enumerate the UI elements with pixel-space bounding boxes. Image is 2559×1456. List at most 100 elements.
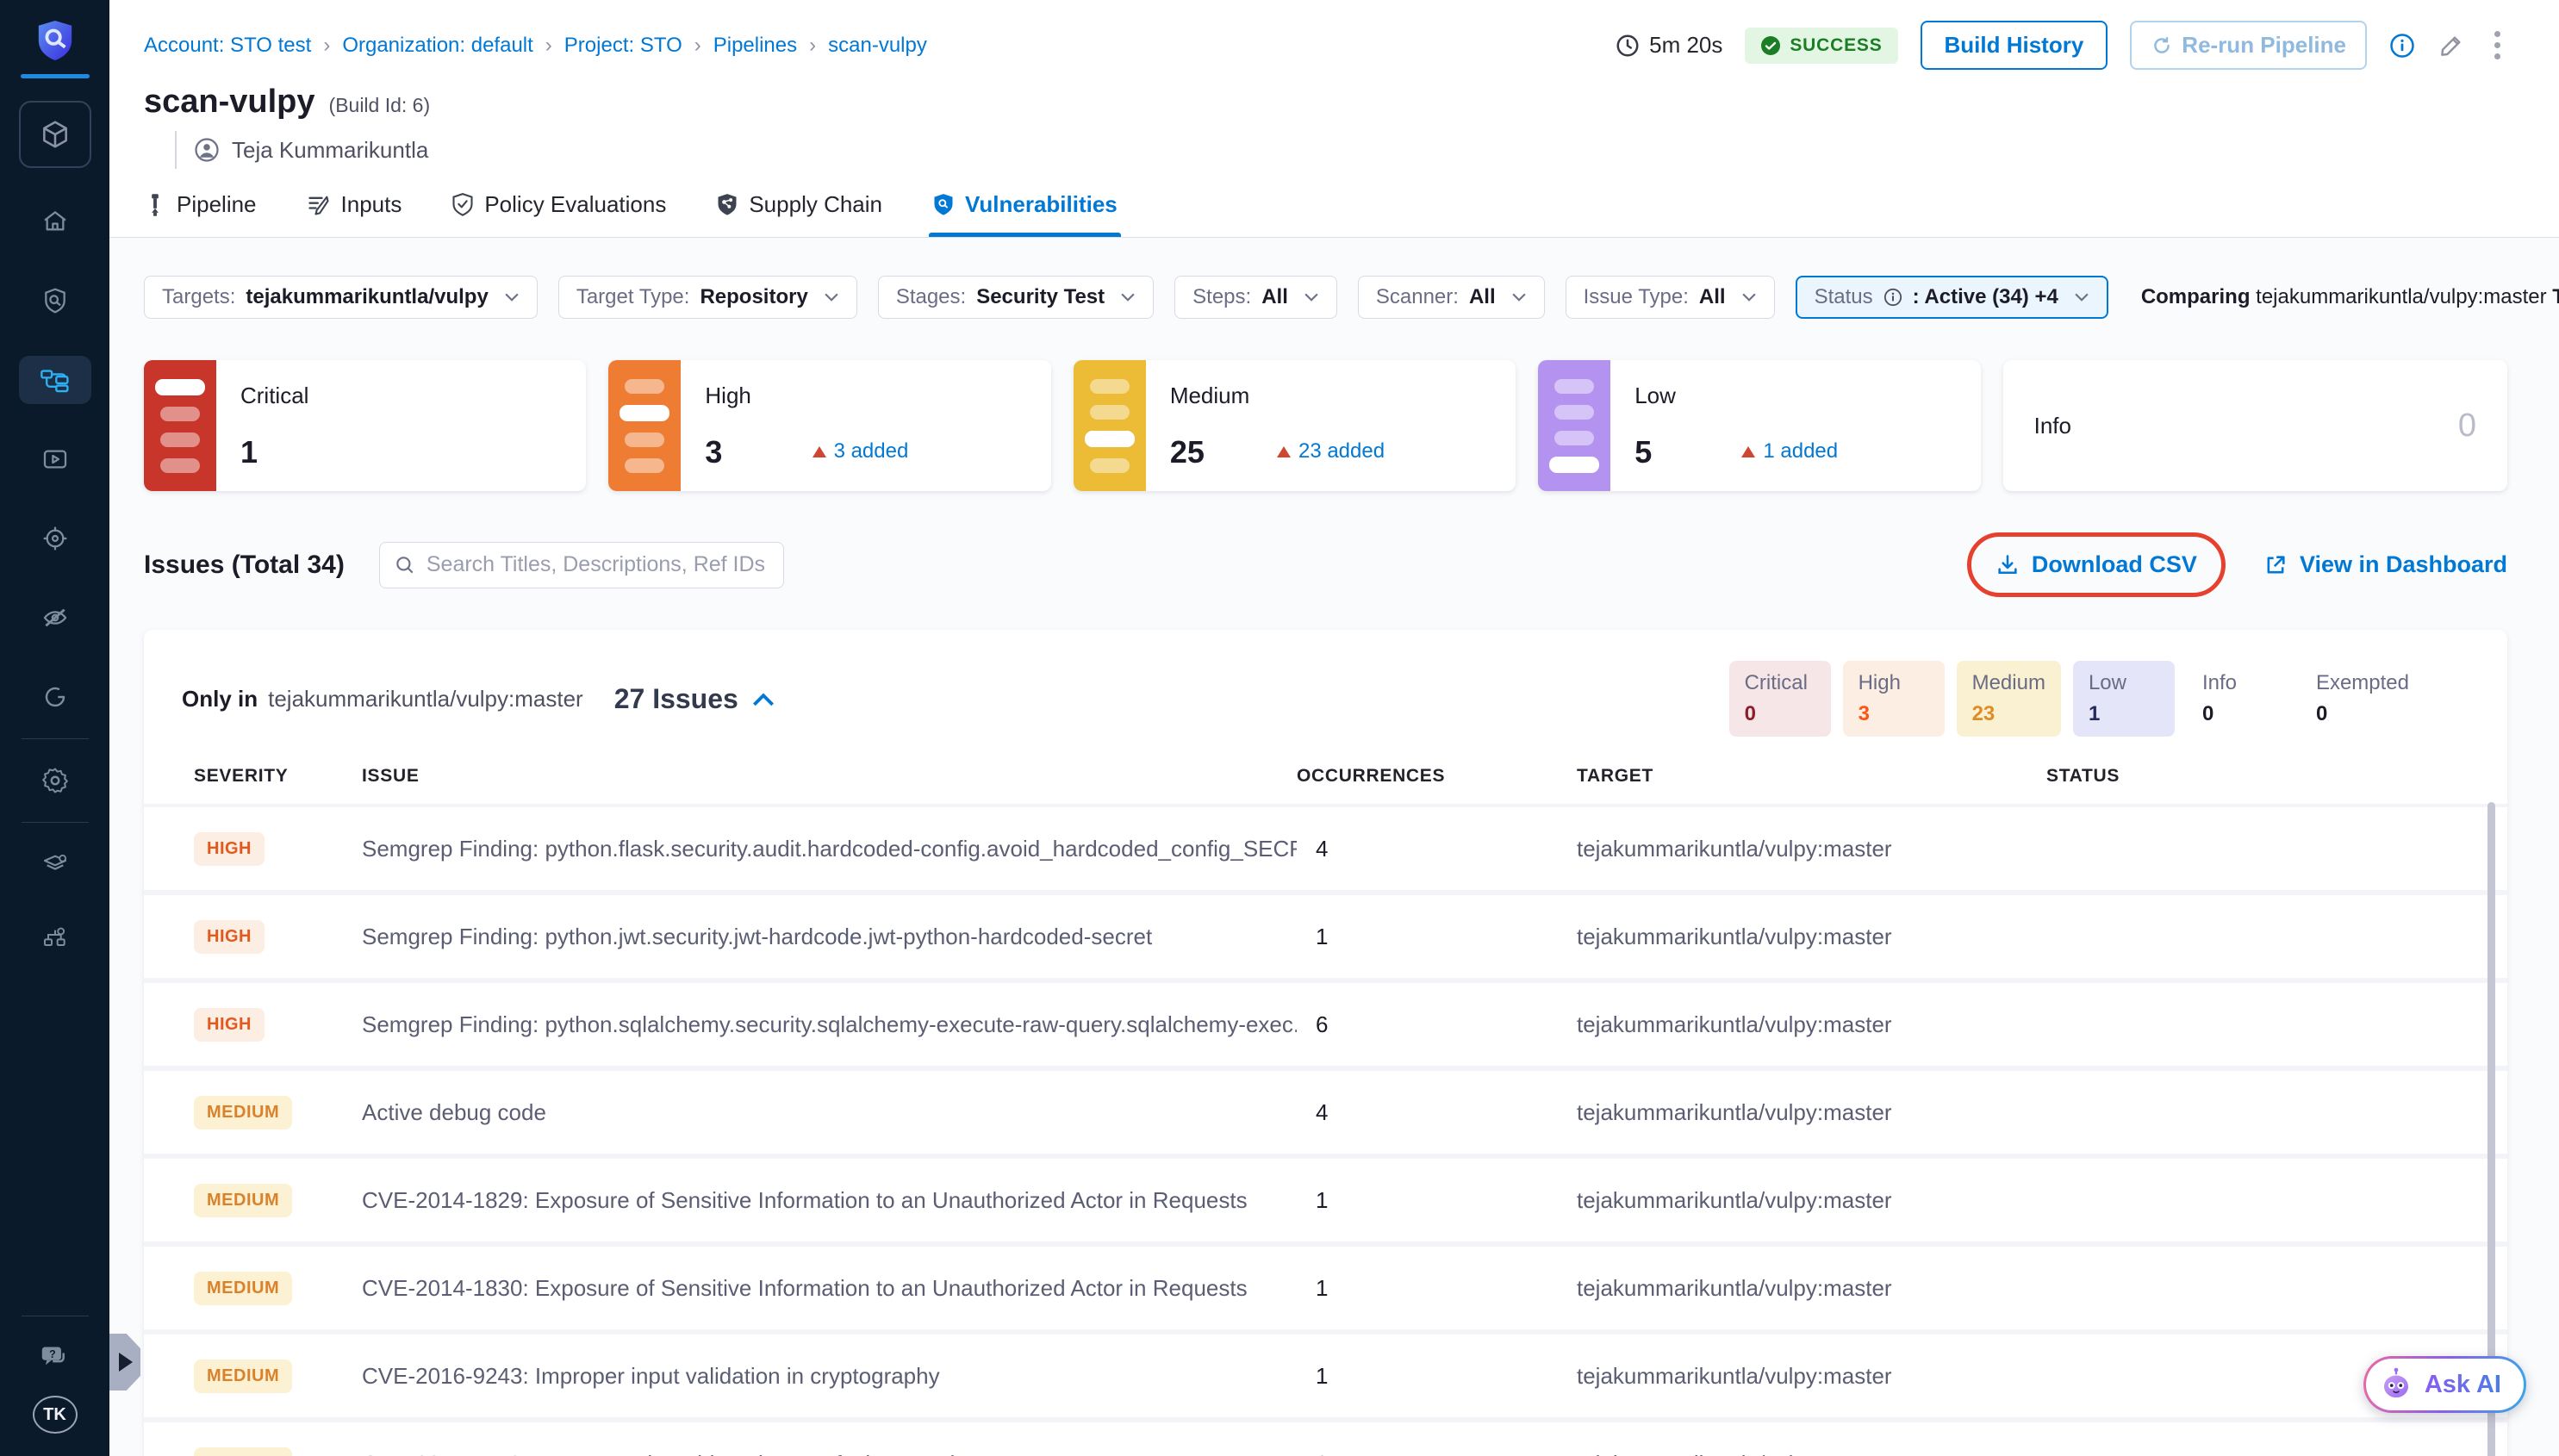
issues-table-card: Only in tejakummarikuntla/vulpy:master 2… (144, 630, 2507, 1456)
sidebar-item-executions[interactable] (19, 435, 91, 483)
issue-title[interactable]: CVE-2017-11424: PyJWT vulnerable to key … (362, 1451, 1297, 1456)
tab-inputs[interactable]: Inputs (307, 191, 402, 237)
filter-target-type[interactable]: Target Type:Repository (558, 276, 857, 319)
issue-title[interactable]: CVE-2014-1829: Exposure of Sensitive Inf… (362, 1187, 1297, 1214)
sidebar-item-overview[interactable] (19, 277, 91, 325)
table-row[interactable]: MEDIUM CVE-2017-11424: PyJWT vulnerable … (144, 1422, 2507, 1456)
card-info[interactable]: Info 0 (2003, 360, 2507, 491)
module-switcher-button[interactable] (19, 101, 91, 168)
table-row[interactable]: MEDIUM CVE-2016-9243: Improper input val… (144, 1335, 2507, 1422)
table-row[interactable]: MEDIUM CVE-2014-1829: Exposure of Sensit… (144, 1159, 2507, 1247)
info-icon[interactable] (2389, 33, 2415, 59)
ask-ai-button[interactable]: Ask AI (2363, 1356, 2526, 1413)
target-name: tejakummarikuntla/vulpy:master (1577, 1099, 2046, 1126)
card-label: Critical (240, 383, 308, 409)
shield-check-icon (451, 193, 474, 217)
chevron-down-icon (1120, 293, 1136, 302)
sidebar-item-targets[interactable] (19, 514, 91, 563)
group-target: tejakummarikuntla/vulpy:master (268, 686, 583, 712)
tab-pipeline[interactable]: Pipeline (144, 191, 257, 237)
view-in-dashboard-button[interactable]: View in Dashboard (2263, 551, 2507, 578)
issue-title[interactable]: Semgrep Finding: python.sqlalchemy.secur… (362, 1011, 1297, 1038)
card-high[interactable]: High 3 3 added (608, 360, 1050, 491)
sidebar-item-pipelines[interactable] (19, 356, 91, 404)
svg-text:?: ? (49, 1348, 56, 1360)
breadcrumb-current[interactable]: scan-vulpy (828, 34, 927, 58)
left-sidebar: ? TK (0, 0, 109, 1456)
tab-policy-evaluations[interactable]: Policy Evaluations (451, 191, 666, 237)
sidebar-item-help[interactable]: ? (19, 1334, 91, 1382)
chevron-down-icon (1511, 293, 1527, 302)
filter-scanner[interactable]: Scanner:All (1358, 276, 1545, 319)
chip-critical: Critical0 (1729, 661, 1831, 737)
chevron-up-icon[interactable] (752, 692, 775, 706)
chip-medium: Medium23 (1957, 661, 2061, 737)
table-row[interactable]: HIGH Semgrep Finding: python.jwt.securit… (144, 895, 2507, 983)
issue-title[interactable]: CVE-2016-9243: Improper input validation… (362, 1363, 1297, 1390)
sidebar-item-baselines[interactable] (19, 594, 91, 642)
card-low[interactable]: Low 5 1 added (1538, 360, 1980, 491)
user-avatar[interactable]: TK (33, 1396, 78, 1434)
download-icon (1996, 553, 2020, 577)
breadcrumb-org[interactable]: Organization: default (342, 34, 532, 58)
pipelines-icon (40, 367, 70, 393)
issue-title[interactable]: Semgrep Finding: python.jwt.security.jwt… (362, 924, 1297, 950)
filter-status[interactable]: Status : Active (34) +4 (1796, 276, 2108, 319)
filter-stages[interactable]: Stages:Security Test (878, 276, 1154, 319)
sidebar-item-settings[interactable] (19, 756, 91, 805)
build-history-button[interactable]: Build History (1921, 21, 2108, 70)
issue-title[interactable]: Active debug code (362, 1099, 1297, 1126)
occurrences-count: 2 (1297, 1451, 1577, 1456)
card-medium[interactable]: Medium 25 23 added (1074, 360, 1516, 491)
sidebar-item-default-settings[interactable] (19, 840, 91, 888)
severity-level-icon (1538, 360, 1610, 491)
triangle-up-icon (813, 446, 826, 457)
search-box[interactable] (379, 542, 784, 588)
cube-icon (39, 118, 72, 151)
sidebar-item-governance[interactable] (19, 914, 91, 962)
issue-title[interactable]: Semgrep Finding: python.flask.security.a… (362, 836, 1297, 862)
severity-chips: Critical0 High3 Medium23 Low1 Info0 Exem… (1729, 661, 2425, 737)
table-row[interactable]: HIGH Semgrep Finding: python.sqlalchemy.… (144, 983, 2507, 1071)
tab-label: Inputs (341, 191, 402, 218)
tab-supply-chain[interactable]: Supply Chain (716, 191, 882, 237)
rerun-pipeline-button[interactable]: Re-run Pipeline (2130, 21, 2367, 70)
sidebar-admin-nav (0, 840, 109, 962)
severity-level-icon (144, 360, 216, 491)
more-options-kebab-icon[interactable] (2487, 28, 2507, 63)
download-csv-button[interactable]: Download CSV (1996, 551, 2197, 578)
sto-shield-logo-icon[interactable] (35, 19, 75, 62)
breadcrumb-separator: › (809, 34, 816, 58)
breadcrumb-project[interactable]: Project: STO (564, 34, 682, 58)
table-row[interactable]: MEDIUM CVE-2014-1830: Exposure of Sensit… (144, 1247, 2507, 1335)
clock-icon (1615, 33, 1641, 59)
filter-targets[interactable]: Targets:tejakummarikuntla/vulpy (144, 276, 538, 319)
sidebar-item-home[interactable] (19, 197, 91, 246)
chevron-down-icon (504, 293, 520, 302)
chip-high: High3 (1843, 661, 1945, 737)
edit-pencil-icon[interactable] (2438, 32, 2465, 59)
breadcrumb-separator: › (545, 34, 552, 58)
breadcrumb-pipelines[interactable]: Pipelines (713, 34, 797, 58)
tab-vulnerabilities[interactable]: Vulnerabilities (932, 191, 1118, 237)
breadcrumb-account[interactable]: Account: STO test (144, 34, 311, 58)
tab-label: Policy Evaluations (484, 191, 666, 218)
group-issue-count: 27 Issues (614, 683, 738, 715)
issue-title[interactable]: CVE-2014-1830: Exposure of Sensitive Inf… (362, 1275, 1297, 1302)
build-duration: 5m 20s (1615, 32, 1722, 59)
layers-gear-icon (40, 850, 70, 878)
table-row[interactable]: MEDIUM Active debug code 4 tejakummariku… (144, 1071, 2507, 1159)
severity-badge: MEDIUM (194, 1184, 292, 1217)
table-row[interactable]: HIGH Semgrep Finding: python.flask.secur… (144, 807, 2507, 895)
author-row: Teja Kummarikuntla (175, 131, 2507, 169)
card-critical[interactable]: Critical 1 (144, 360, 586, 491)
comparing-text: Comparing tejakummarikuntla/vulpy:master… (2141, 285, 2559, 309)
filter-steps[interactable]: Steps:All (1174, 276, 1337, 319)
occurrences-count: 4 (1297, 836, 1577, 862)
sidebar-item-exemptions[interactable] (19, 673, 91, 721)
filter-issue-type[interactable]: Issue Type:All (1566, 276, 1775, 319)
search-input[interactable] (426, 552, 769, 577)
search-icon (394, 554, 416, 576)
added-indicator: 1 added (1741, 439, 1838, 464)
severity-summary-cards: Critical 1 High 3 3 added Medium 25 23 a… (144, 360, 2507, 491)
